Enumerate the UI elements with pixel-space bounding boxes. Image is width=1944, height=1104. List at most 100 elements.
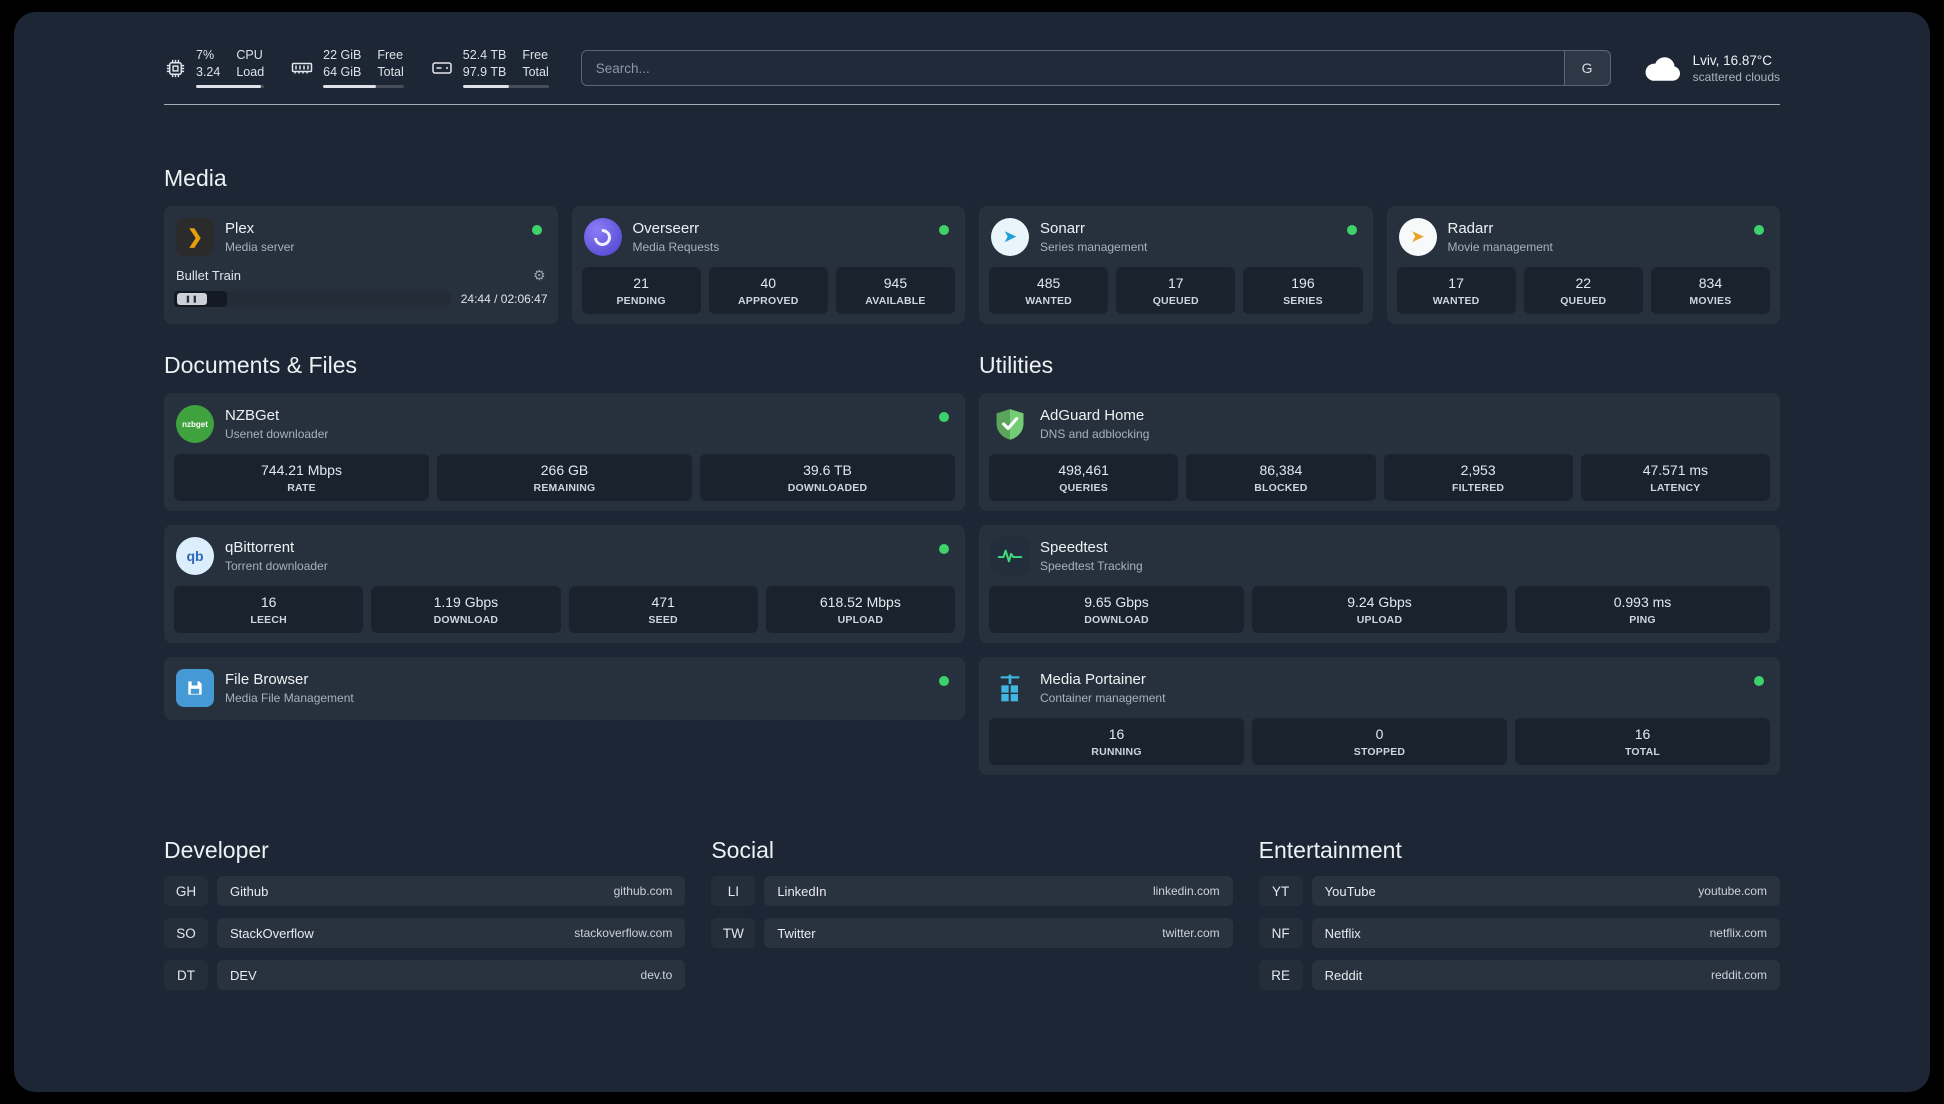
memory-icon [291, 62, 313, 74]
stat-filtered: 2,953 FILTERED [1383, 454, 1573, 501]
disk-free: 52.4 TB [462, 48, 507, 62]
service-card-adguard[interactable]: AdGuard Home DNS and adblocking 498,461 Q… [979, 393, 1780, 511]
resource-widgets: 7% 3.24 CPU Load 22 GiB 64 GiB Free Tota… [164, 48, 549, 88]
service-card-overseerr[interactable]: Overseerr Media Requests 21 PENDING 40 APP… [571, 206, 965, 324]
bookmark-abbr: SO [164, 918, 208, 948]
status-dot [939, 225, 949, 235]
cpu-load-label: Load [236, 65, 265, 79]
section-title-utilities: Utilities [979, 352, 1054, 378]
stat-series: 196 SERIES [1243, 267, 1363, 314]
nzbget-icon: nzbget [176, 405, 214, 443]
disk-widget: 52.4 TB 97.9 TB Free Total [430, 48, 549, 88]
bookmark-link-stackoverflow[interactable]: StackOverflow stackoverflow.com [217, 918, 686, 948]
service-desc: Series management [1040, 240, 1148, 254]
stat-approved: 40 APPROVED [708, 267, 828, 314]
bookmark-link-linkedin[interactable]: LinkedIn linkedin.com [764, 876, 1233, 906]
service-card-nzbget[interactable]: nzbget NZBGet Usenet downloader 744.21 M… [164, 393, 965, 511]
bookmark-row-youtube: YT YouTube youtube.com [1258, 876, 1780, 906]
service-card-radarr[interactable]: ➤ Radarr Movie management 17 WANTED 22 QUE… [1386, 206, 1780, 324]
section-title-media: Media [164, 165, 227, 191]
gear-icon[interactable]: ⚙ [533, 267, 546, 284]
cpu-percent: 7% [196, 48, 215, 62]
disk-total: 97.9 TB [462, 65, 507, 79]
sonarr-icon: ➤ [991, 218, 1029, 256]
service-card-plex[interactable]: ❯ Plex Media server Bullet Train ⚙ ❚❚ 24… [164, 206, 558, 324]
plex-icon: ❯ [176, 218, 214, 256]
stat-available: 945 AVAILABLE [835, 267, 956, 314]
service-desc: Speedtest Tracking [1040, 559, 1143, 573]
memory-widget: 22 GiB 64 GiB Free Total [290, 48, 404, 88]
service-name: File Browser [225, 671, 309, 688]
bookmark-row-reddit: RE Reddit reddit.com [1258, 960, 1780, 990]
stat-rate: 744.21 Mbps RATE [174, 454, 429, 501]
dashboard-screen: 7% 3.24 CPU Load 22 GiB 64 GiB Free Tota… [0, 0, 1944, 1104]
bookmark-abbr: GH [164, 876, 208, 906]
bookmark-row-netflix: NF Netflix netflix.com [1258, 918, 1780, 948]
disk-total-label: Total [522, 65, 549, 79]
service-card-qbittorrent[interactable]: qb qBittorrent Torrent downloader 16 LEEC… [164, 525, 965, 643]
bookmark-link-reddit[interactable]: Reddit reddit.com [1311, 960, 1780, 990]
bookmark-link-twitter[interactable]: Twitter twitter.com [764, 918, 1233, 948]
bookmark-abbr: NF [1258, 918, 1303, 948]
stat-wanted: 17 WANTED [1396, 267, 1516, 314]
bookmark-link-github[interactable]: Github github.com [217, 876, 686, 906]
disk-icon [432, 62, 452, 74]
stat-download: 9.65 Gbps DOWNLOAD [989, 586, 1244, 633]
service-desc: Container management [1040, 691, 1166, 705]
service-card-sonarr[interactable]: ➤ Sonarr Series management 485 WANTED 17 Q… [979, 206, 1373, 324]
weather-condition: scattered clouds [1692, 69, 1780, 84]
bookmark-abbr: RE [1258, 960, 1303, 990]
search-input[interactable] [581, 51, 1564, 85]
playback-progress-bar[interactable]: ❚❚ [174, 291, 451, 307]
pause-icon[interactable]: ❚❚ [177, 293, 207, 305]
service-name: NZBGet [225, 407, 280, 424]
service-desc: Movie management [1447, 240, 1553, 254]
section-title-developer: Developer [164, 837, 269, 863]
ram-free: 22 GiB [323, 48, 362, 62]
cpu-label: CPU [236, 48, 263, 62]
service-name: AdGuard Home [1040, 407, 1145, 424]
stat-latency: 47.571 ms LATENCY [1580, 454, 1770, 501]
portainer-icon [991, 669, 1029, 707]
ram-total-label: Total [377, 65, 404, 79]
service-desc: Media File Management [225, 691, 354, 705]
bookmark-link-youtube[interactable]: YouTube youtube.com [1311, 876, 1780, 906]
status-dot [531, 225, 542, 235]
service-desc: Media Requests [632, 240, 720, 254]
stat-remaining: 266 GB REMAINING [437, 454, 692, 501]
service-card-filebrowser[interactable]: File Browser Media File Management [164, 657, 965, 720]
bookmark-group-developer: Developer GH Github github.com SO StackO… [164, 837, 686, 990]
section-utilities: Utilities AdGuard Home DNS and adblockin… [979, 352, 1780, 775]
search-provider-button[interactable]: G [1563, 51, 1610, 85]
bookmark-abbr: TW [711, 918, 756, 948]
stat-leech: 16 LEECH [174, 586, 364, 633]
section-title-entertainment: Entertainment [1258, 837, 1402, 863]
qbittorrent-icon: qb [176, 537, 214, 575]
disk-usage-bar [462, 85, 549, 88]
bookmark-group-social: Social LI LinkedIn linkedin.com TW Twitt… [711, 837, 1233, 990]
service-card-speedtest[interactable]: Speedtest Speedtest Tracking 9.65 Gbps DO… [979, 525, 1780, 643]
top-bar: 7% 3.24 CPU Load 22 GiB 64 GiB Free Tota… [164, 42, 1780, 94]
service-card-portainer[interactable]: Media Portainer Container management 16 R… [979, 657, 1780, 775]
service-name: Sonarr [1040, 220, 1086, 237]
stat-running: 16 RUNNING [989, 718, 1244, 765]
bookmark-link-dev[interactable]: DEV dev.to [217, 960, 686, 990]
search-area: G [575, 50, 1617, 86]
service-name: qBittorrent [225, 539, 295, 556]
stat-upload: 9.24 Gbps UPLOAD [1252, 586, 1507, 633]
cpu-load: 3.24 [196, 65, 221, 79]
service-name: Media Portainer [1040, 671, 1146, 688]
bookmark-link-netflix[interactable]: Netflix netflix.com [1311, 918, 1780, 948]
bookmark-row-github: GH Github github.com [164, 876, 686, 906]
dashboard-board: 7% 3.24 CPU Load 22 GiB 64 GiB Free Tota… [14, 12, 1930, 1092]
now-playing-title: Bullet Train [176, 268, 242, 283]
stat-blocked: 86,384 BLOCKED [1186, 454, 1376, 501]
bookmark-row-linkedin: LI LinkedIn linkedin.com [711, 876, 1233, 906]
cpu-widget: 7% 3.24 CPU Load [164, 48, 265, 88]
ram-usage-bar [323, 85, 404, 88]
cpu-usage-bar [196, 85, 265, 88]
service-desc: Torrent downloader [225, 559, 328, 573]
stat-queued: 22 QUEUED [1523, 267, 1643, 314]
service-desc: DNS and adblocking [1040, 427, 1150, 441]
bookmark-abbr: DT [164, 960, 208, 990]
